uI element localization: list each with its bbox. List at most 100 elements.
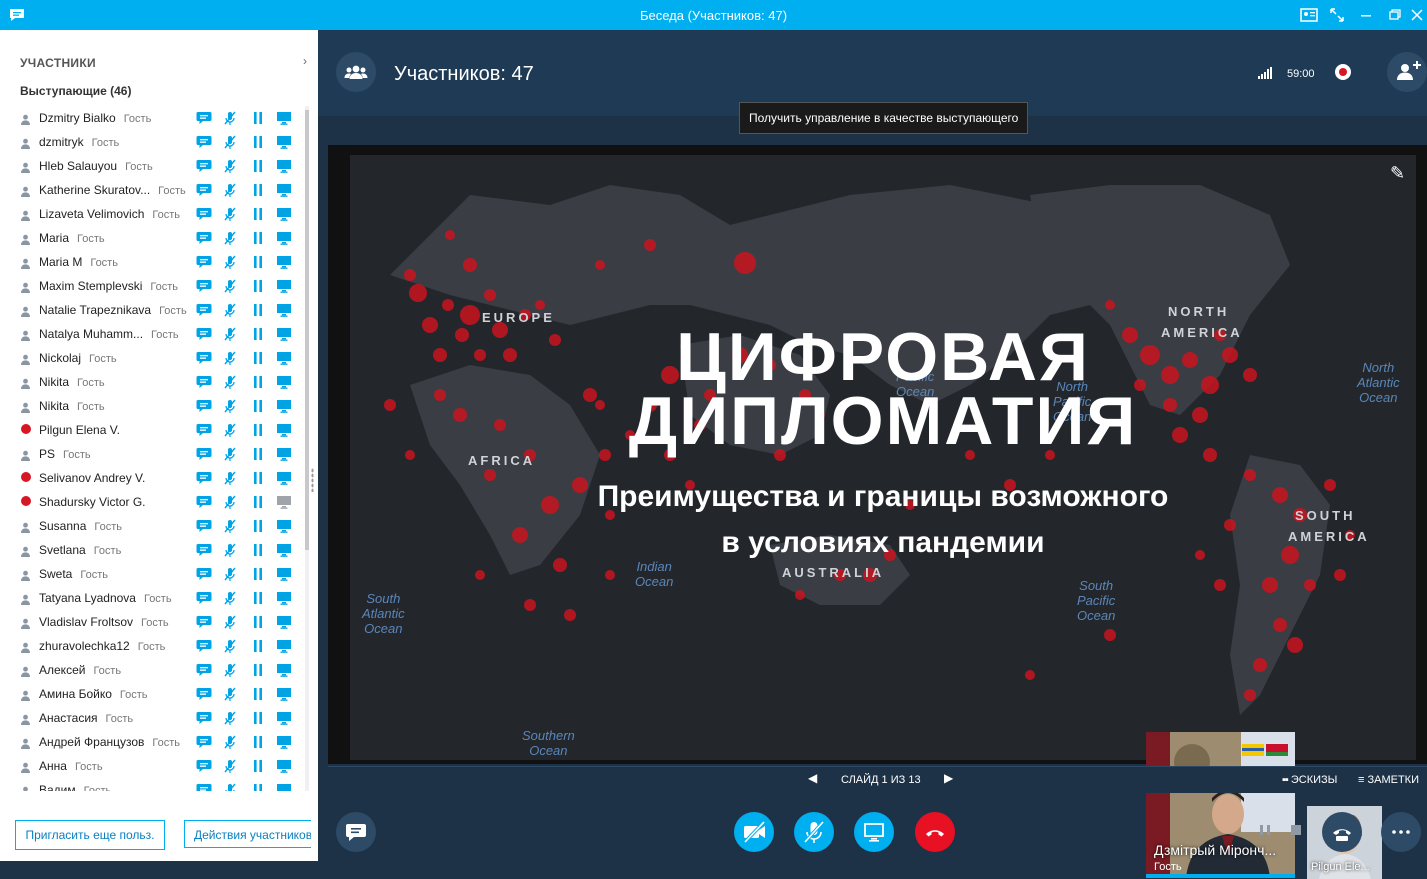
prev-slide-button[interactable]: ◀ bbox=[808, 771, 817, 785]
participant-row[interactable]: Nickolaj Гость bbox=[0, 346, 305, 370]
screen-icon[interactable] bbox=[276, 326, 292, 342]
screen-icon[interactable] bbox=[276, 302, 292, 318]
participant-row[interactable]: Lizaveta Velimovich Гость bbox=[0, 202, 305, 226]
participant-row[interactable]: Maria Гость bbox=[0, 226, 305, 250]
chat-bubble-icon[interactable] bbox=[196, 758, 212, 774]
participant-row[interactable]: Hleb Salauyou Гость bbox=[0, 154, 305, 178]
on-hold-icon[interactable] bbox=[250, 494, 266, 510]
scrollbar-thumb[interactable] bbox=[305, 110, 309, 550]
record-button[interactable] bbox=[1335, 64, 1351, 80]
screen-icon[interactable] bbox=[276, 782, 292, 791]
participant-row[interactable]: Вадим Гость bbox=[0, 778, 305, 791]
stop-icon[interactable] bbox=[1289, 823, 1303, 837]
chat-bubble-icon[interactable] bbox=[196, 254, 212, 270]
on-hold-icon[interactable] bbox=[250, 614, 266, 630]
chat-bubble-icon[interactable] bbox=[196, 470, 212, 486]
screen-icon[interactable] bbox=[276, 254, 292, 270]
chat-bubble-icon[interactable] bbox=[196, 710, 212, 726]
resize-grip[interactable] bbox=[311, 468, 314, 492]
participant-row[interactable]: Анна Гость bbox=[0, 754, 305, 778]
chat-bubble-icon[interactable] bbox=[196, 230, 212, 246]
next-slide-button[interactable]: ▶ bbox=[944, 771, 953, 785]
participant-row[interactable]: Nikita Гость bbox=[0, 394, 305, 418]
chat-bubble-icon[interactable] bbox=[196, 542, 212, 558]
invite-more-button[interactable]: Пригласить еще польз. bbox=[15, 820, 165, 850]
on-hold-icon[interactable] bbox=[250, 710, 266, 726]
muted-mic-icon[interactable] bbox=[222, 638, 238, 654]
chat-bubble-icon[interactable] bbox=[196, 518, 212, 534]
fullscreen-icon[interactable] bbox=[1325, 3, 1349, 27]
muted-mic-icon[interactable] bbox=[222, 230, 238, 246]
on-hold-icon[interactable] bbox=[250, 398, 266, 414]
on-hold-icon[interactable] bbox=[250, 518, 266, 534]
participant-row[interactable]: Амина Бойко Гость bbox=[0, 682, 305, 706]
screen-icon[interactable] bbox=[276, 686, 292, 702]
participant-row[interactable]: Natalya Muhamm... Гость bbox=[0, 322, 305, 346]
maximize-button[interactable] bbox=[1383, 3, 1407, 27]
screen-icon[interactable] bbox=[276, 614, 292, 630]
participant-row[interactable]: Selivanov Andrey V. bbox=[0, 466, 305, 490]
chat-bubble-icon[interactable] bbox=[196, 158, 212, 174]
muted-mic-icon[interactable] bbox=[222, 470, 238, 486]
chat-bubble-icon[interactable] bbox=[196, 566, 212, 582]
screen-icon[interactable] bbox=[276, 542, 292, 558]
muted-mic-icon[interactable] bbox=[222, 566, 238, 582]
pencil-icon[interactable]: ✎ bbox=[1390, 163, 1405, 184]
screen-icon[interactable] bbox=[276, 446, 292, 462]
participant-row[interactable]: Андрей Французов Гость bbox=[0, 730, 305, 754]
participant-row[interactable]: Katherine Skuratov... Гость bbox=[0, 178, 305, 202]
on-hold-icon[interactable] bbox=[250, 134, 266, 150]
screen-icon[interactable] bbox=[276, 206, 292, 222]
on-hold-icon[interactable] bbox=[250, 758, 266, 774]
muted-mic-icon[interactable] bbox=[222, 782, 238, 791]
chat-bubble-icon[interactable] bbox=[196, 374, 212, 390]
on-hold-icon[interactable] bbox=[250, 374, 266, 390]
chat-bubble-icon[interactable] bbox=[196, 782, 212, 791]
on-hold-icon[interactable] bbox=[250, 470, 266, 486]
participant-row[interactable]: Алексей Гость bbox=[0, 658, 305, 682]
muted-mic-icon[interactable] bbox=[222, 590, 238, 606]
screen-icon[interactable] bbox=[276, 662, 292, 678]
muted-mic-icon[interactable] bbox=[222, 302, 238, 318]
thumbnails-button[interactable]: ▪▪ ЭСКИЗЫ bbox=[1282, 774, 1337, 786]
muted-mic-icon[interactable] bbox=[222, 110, 238, 126]
chat-bubble-icon[interactable] bbox=[196, 278, 212, 294]
participants-toggle-button[interactable] bbox=[336, 52, 376, 92]
screen-icon[interactable] bbox=[276, 374, 292, 390]
on-hold-icon[interactable] bbox=[250, 590, 266, 606]
screen-icon[interactable] bbox=[276, 278, 292, 294]
participant-row[interactable]: Vladislav Froltsov Гость bbox=[0, 610, 305, 634]
participant-row[interactable]: Sweta Гость bbox=[0, 562, 305, 586]
screen-icon[interactable] bbox=[276, 590, 292, 606]
muted-mic-icon[interactable] bbox=[222, 398, 238, 414]
minimize-button[interactable] bbox=[1354, 3, 1378, 27]
screen-icon[interactable] bbox=[276, 518, 292, 534]
chat-bubble-icon[interactable] bbox=[196, 422, 212, 438]
screen-icon[interactable] bbox=[276, 638, 292, 654]
muted-mic-icon[interactable] bbox=[222, 710, 238, 726]
screen-icon[interactable] bbox=[276, 134, 292, 150]
screen-icon[interactable] bbox=[276, 710, 292, 726]
screen-icon[interactable] bbox=[276, 110, 292, 126]
chat-bubble-icon[interactable] bbox=[196, 350, 212, 366]
screen-icon[interactable] bbox=[276, 734, 292, 750]
muted-mic-icon[interactable] bbox=[222, 278, 238, 294]
screen-icon[interactable] bbox=[276, 182, 292, 198]
video-toggle-button[interactable] bbox=[734, 812, 774, 852]
chat-bubble-icon[interactable] bbox=[196, 638, 212, 654]
chat-bubble-icon[interactable] bbox=[196, 662, 212, 678]
participant-row[interactable]: dzmitryk Гость bbox=[0, 130, 305, 154]
muted-mic-icon[interactable] bbox=[222, 614, 238, 630]
chat-bubble-icon[interactable] bbox=[196, 398, 212, 414]
screen-icon[interactable] bbox=[276, 422, 292, 438]
muted-mic-icon[interactable] bbox=[222, 350, 238, 366]
panel-collapse-icon[interactable]: › bbox=[303, 54, 307, 68]
notes-button[interactable]: ≡ ЗАМЕТКИ bbox=[1358, 774, 1419, 786]
contacts-card-icon[interactable] bbox=[1297, 3, 1321, 27]
on-hold-icon[interactable] bbox=[250, 158, 266, 174]
participant-row[interactable]: zhuravolechka12 Гость bbox=[0, 634, 305, 658]
on-hold-icon[interactable] bbox=[250, 230, 266, 246]
participant-row[interactable]: Maxim Stemplevski Гость bbox=[0, 274, 305, 298]
on-hold-icon[interactable] bbox=[250, 254, 266, 270]
on-hold-icon[interactable] bbox=[250, 206, 266, 222]
